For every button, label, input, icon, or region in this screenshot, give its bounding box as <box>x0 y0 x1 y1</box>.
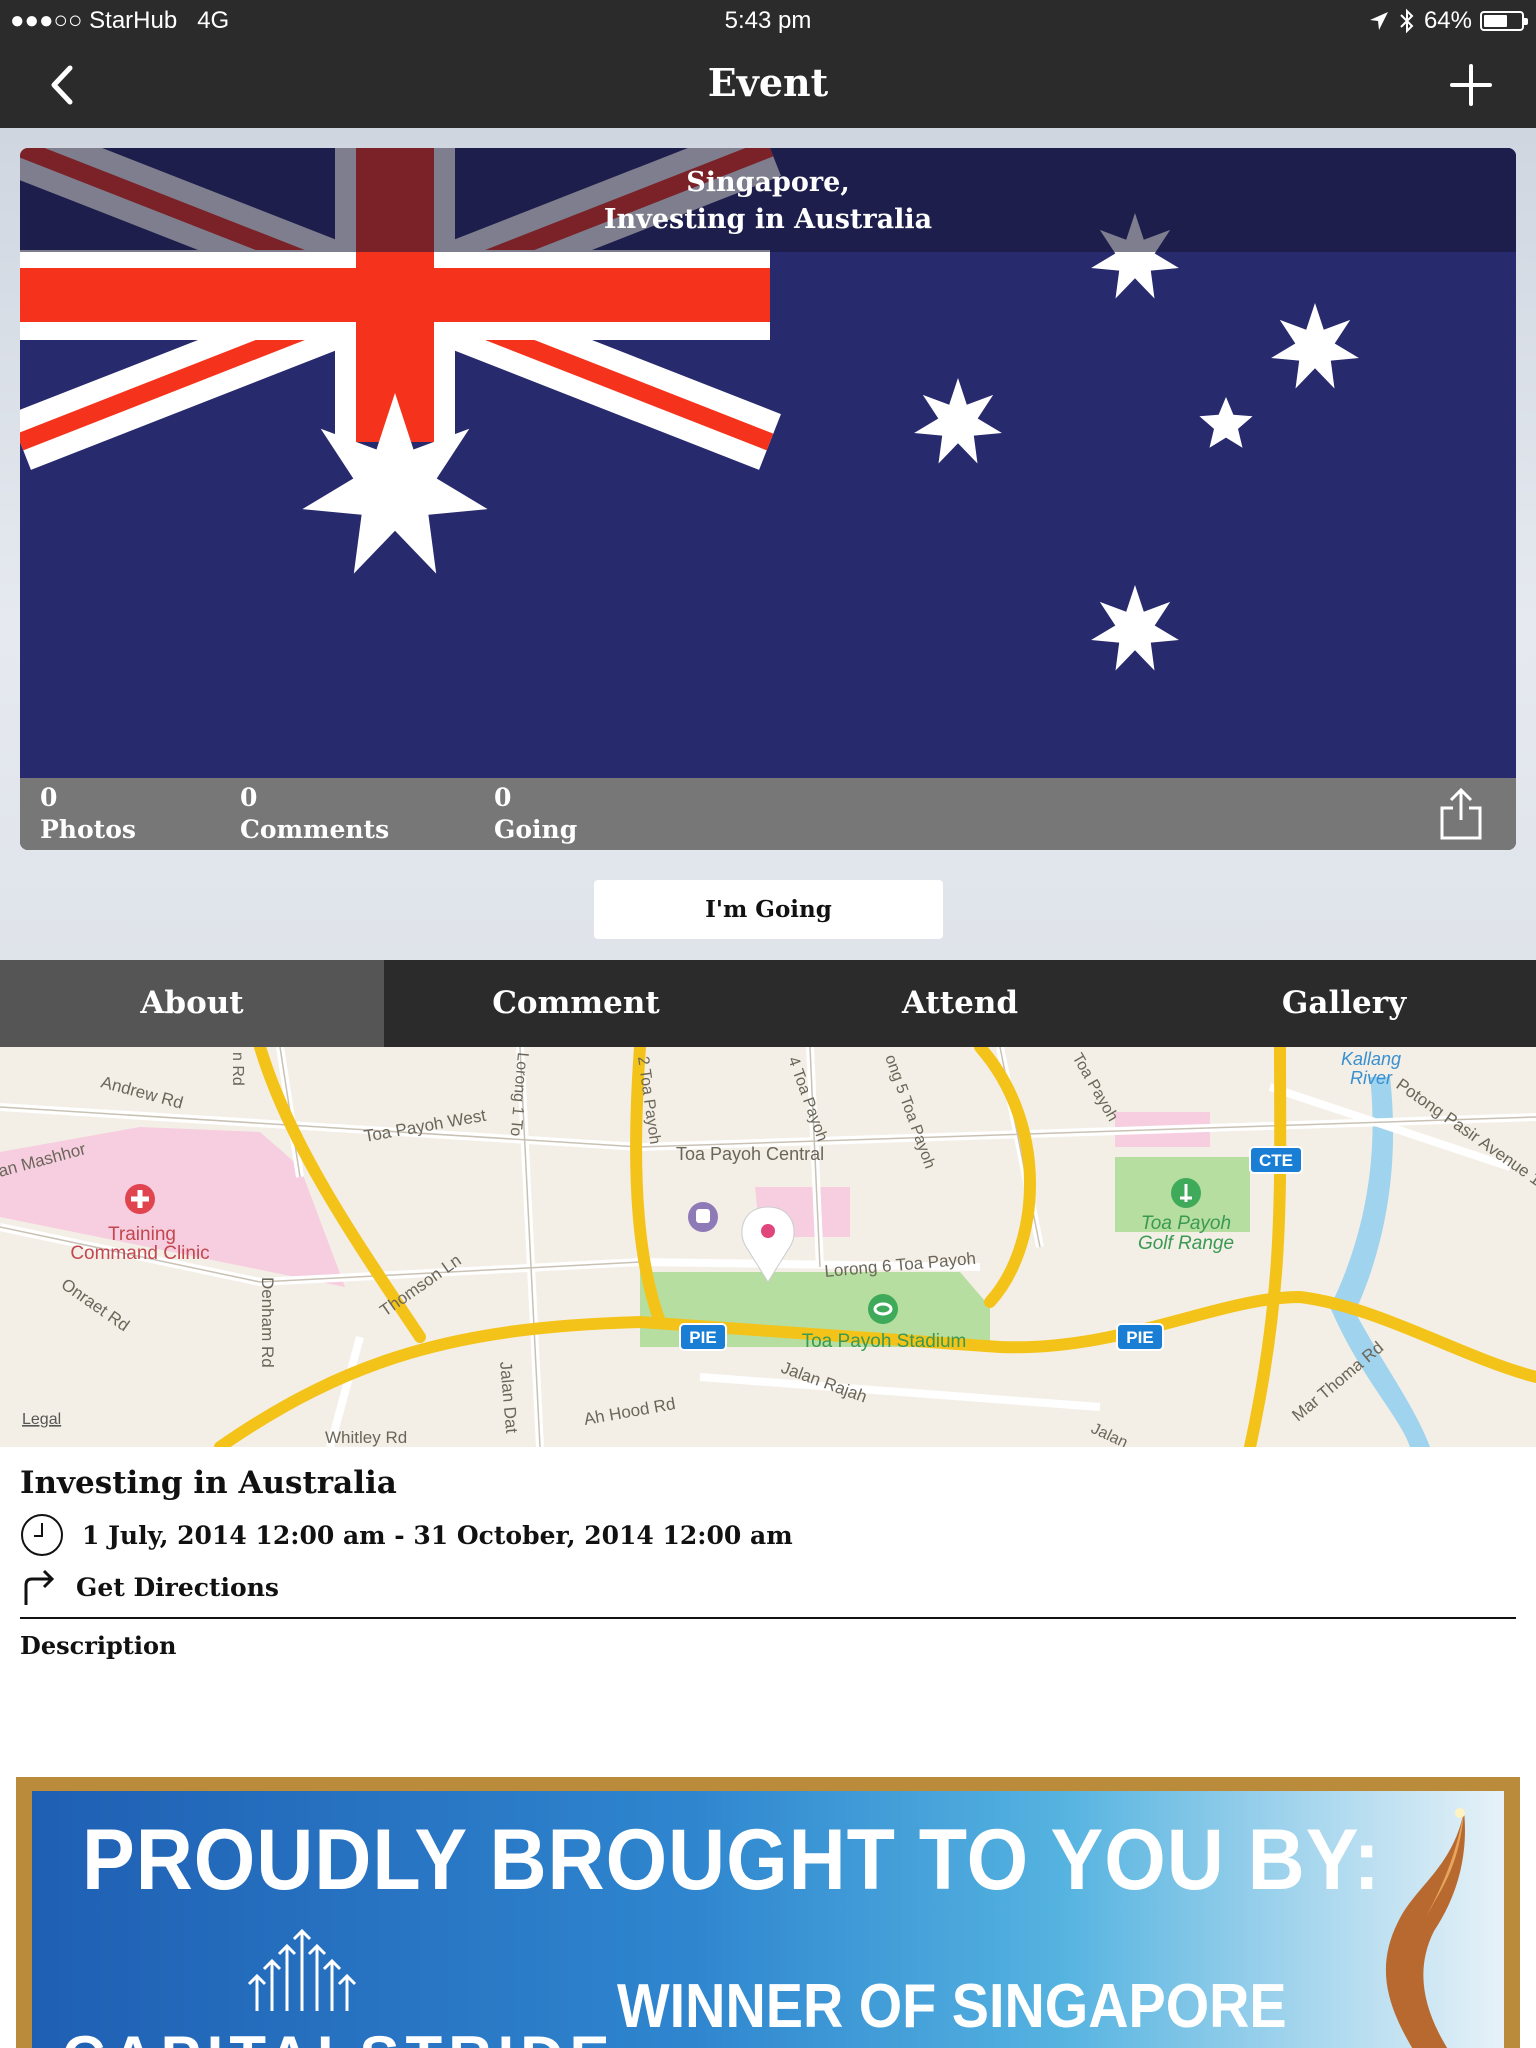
overlay-event-name: Investing in Australia <box>603 204 933 235</box>
map-label-kallang-2: River <box>1350 1068 1393 1088</box>
status-bar: ●●●○○ StarHub 4G 5:43 pm 64% <box>0 0 1536 42</box>
tab-gallery[interactable]: Gallery <box>1152 960 1536 1047</box>
stadium-icon <box>868 1294 898 1324</box>
banner-brand-text: CAPITALSTRIDE <box>62 2023 616 2048</box>
add-plus-icon[interactable] <box>1446 60 1496 110</box>
train-station-icon <box>688 1202 718 1232</box>
get-directions-row[interactable]: Get Directions <box>20 1567 279 1607</box>
page-title: Event <box>707 60 829 105</box>
map-label-kallang-1: Kallang <box>1341 1049 1401 1069</box>
tab-bar: About Comment Attend Gallery <box>0 960 1536 1047</box>
map-label-stadium: Toa Payoh Stadium <box>802 1331 967 1352</box>
svg-text:PIE: PIE <box>689 1328 716 1347</box>
stat-going-label: Going <box>494 815 578 844</box>
sponsor-banner-image: PROUDLY BROUGHT TO YOU BY: WINNER OF SIN… <box>32 1791 1504 2048</box>
event-location-map[interactable]: PIE PIE CTE Andrew Rd Toa Payoh West Toa… <box>0 1047 1536 1447</box>
pie-badge-west: PIE <box>679 1323 727 1351</box>
event-cover-card: Singapore, Investing in Australia 0 Phot… <box>20 148 1516 850</box>
stat-photos-count: 0 <box>40 783 58 812</box>
clock-icon <box>21 1514 63 1556</box>
map-label-clinic-2: Command Clinic <box>70 1243 209 1264</box>
svg-text:PIE: PIE <box>1126 1328 1153 1347</box>
stat-going[interactable]: 0 Going <box>494 782 577 846</box>
stat-photos-label: Photos <box>40 815 136 844</box>
im-going-button[interactable]: I'm Going <box>594 880 943 939</box>
stat-comments[interactable]: 0 Comments <box>240 782 389 846</box>
event-title-overlay: Singapore, Investing in Australia <box>20 148 1516 252</box>
map-legal-link[interactable]: Legal <box>22 1411 61 1428</box>
bluetooth-icon <box>1400 8 1414 34</box>
status-time: 5:43 pm <box>724 7 812 34</box>
nav-bar: Event <box>0 42 1536 128</box>
details-divider <box>20 1617 1516 1619</box>
map-label-rd: n Rd <box>229 1052 246 1086</box>
sponsor-banner[interactable]: PROUDLY BROUGHT TO YOU BY: WINNER OF SIN… <box>16 1777 1520 2048</box>
banner-winner-text: WINNER OF SINGAPORE <box>617 1972 1287 2041</box>
hospital-icon <box>125 1184 155 1214</box>
event-date-row: 1 July, 2014 12:00 am - 31 October, 2014… <box>20 1513 793 1557</box>
tab-about[interactable]: About <box>0 960 384 1047</box>
capitalstride-arrows-logo <box>247 1928 357 2011</box>
get-directions-link[interactable]: Get Directions <box>76 1573 279 1602</box>
directions-arrow-icon <box>24 1569 55 1605</box>
tab-comment[interactable]: Comment <box>384 960 768 1047</box>
battery-icon <box>1480 11 1528 31</box>
golf-icon <box>1171 1178 1201 1208</box>
event-title: Investing in Australia <box>20 1465 397 1501</box>
event-details: Investing in Australia 1 July, 2014 12:0… <box>0 1447 1536 1777</box>
status-right: 64% <box>1368 7 1528 35</box>
map-label-clinic-1: Training <box>108 1224 176 1245</box>
event-date-range: 1 July, 2014 12:00 am - 31 October, 2014… <box>82 1520 793 1550</box>
svg-text:CTE: CTE <box>1259 1151 1293 1170</box>
cte-badge: CTE <box>1249 1146 1303 1174</box>
map-label-tpcentral: Toa Payoh Central <box>676 1144 824 1164</box>
tab-attend[interactable]: Attend <box>768 960 1152 1047</box>
battery-percent: 64% <box>1423 7 1472 34</box>
overlay-location: Singapore, <box>686 167 850 198</box>
share-icon[interactable] <box>1438 788 1484 840</box>
stat-going-count: 0 <box>494 783 512 812</box>
stat-photos[interactable]: 0 Photos <box>40 782 136 846</box>
map-label-golf-2: Golf Range <box>1138 1233 1234 1254</box>
event-stats-bar: 0 Photos 0 Comments 0 Going <box>20 778 1516 850</box>
map-label-whitley: Whitley Rd <box>325 1428 407 1447</box>
pie-badge-east: PIE <box>1116 1323 1164 1351</box>
map-label-golf-1: Toa Payoh <box>1141 1213 1231 1234</box>
trophy-icon <box>1385 1808 1465 2048</box>
location-arrow-icon <box>1369 12 1388 30</box>
map-label-denham: Denham Rd <box>258 1277 277 1368</box>
description-label: Description <box>20 1631 177 1660</box>
banner-headline: PROUDLY BROUGHT TO YOU BY: <box>82 1812 1381 1908</box>
stat-comments-count: 0 <box>240 783 258 812</box>
stat-comments-label: Comments <box>240 815 390 844</box>
